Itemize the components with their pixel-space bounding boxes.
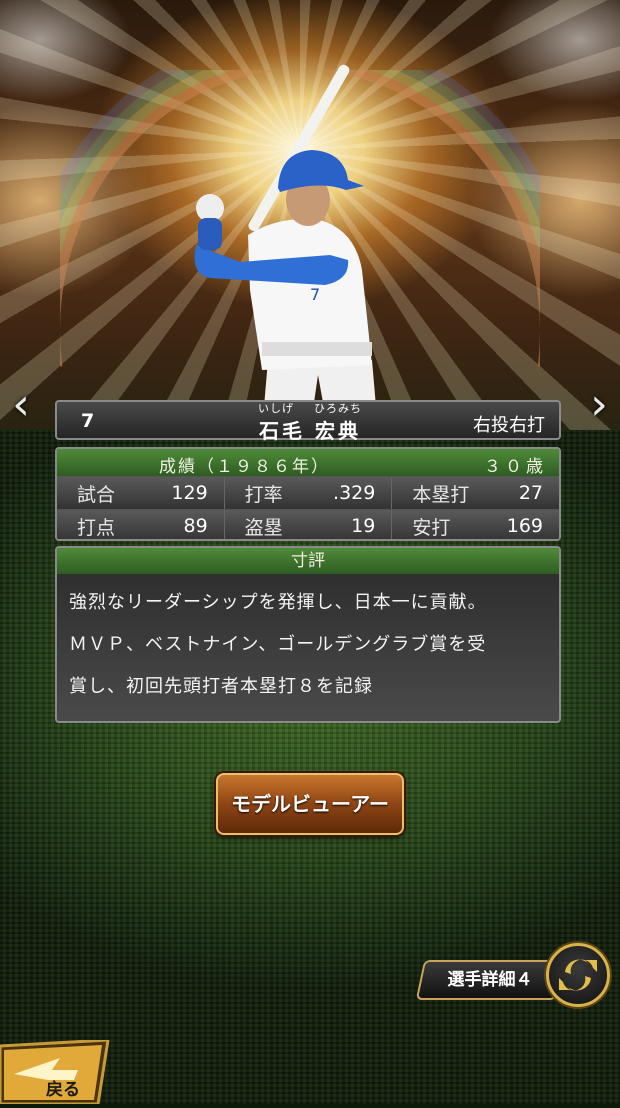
stat-value: 89: [183, 515, 208, 537]
player-detail-label: 選手詳細４: [447, 970, 533, 990]
comment-body: 強烈なリーダーシップを発揮し、日本一に貢献。 ＭＶＰ、ベストナイン、ゴールデング…: [57, 574, 559, 708]
stat-label: 本塁打: [412, 483, 470, 506]
player-name-bar: 7 いしげ ひろみち 石毛 宏典 右投右打: [55, 400, 561, 443]
name-reading-given: ひろみち: [314, 402, 362, 415]
stat-label: 安打: [412, 516, 451, 539]
stat-label: 打点: [77, 516, 116, 539]
next-player-arrow[interactable]: ›: [584, 380, 614, 430]
stat-batting-average: 打率 .329: [224, 477, 393, 509]
stat-value: .329: [333, 482, 376, 504]
back-label: 戻る: [46, 1080, 80, 1100]
swap-button[interactable]: [546, 943, 610, 1007]
belt-shape: [262, 342, 372, 356]
stat-value: 169: [506, 515, 544, 537]
previous-player-arrow[interactable]: ‹: [6, 380, 36, 430]
stat-stolen-bases: 盗塁 19: [224, 510, 393, 539]
stat-value: 129: [171, 482, 208, 504]
back-button[interactable]: 戻る: [0, 1038, 112, 1106]
player-figure: 7: [194, 64, 378, 430]
comment-title: 寸評: [57, 548, 559, 574]
stat-label: 試合: [77, 483, 116, 506]
stat-hits: 安打 169: [392, 510, 559, 539]
throw-bat-hand: 右投右打: [473, 415, 545, 436]
name-reading-family: いしげ: [258, 402, 294, 415]
stat-rbi: 打点 89: [57, 510, 225, 539]
stats-title: 成績（１９８６年）: [159, 457, 330, 477]
model-viewer-button[interactable]: モデルビューアー: [216, 773, 404, 835]
stat-home-runs: 本塁打 27: [392, 477, 559, 509]
player-detail-button[interactable]: 選手詳細４: [415, 960, 565, 1000]
glove-shape: [196, 194, 224, 222]
comment-panel: 寸評 強烈なリーダーシップを発揮し、日本一に貢献。 ＭＶＰ、ベストナイン、ゴール…: [55, 546, 561, 723]
stat-games: 試合 129: [57, 477, 225, 509]
player-age: ３０歳: [484, 457, 547, 477]
comment-line: 強烈なリーダーシップを発揮し、日本一に貢献。: [69, 592, 487, 613]
stat-value: 19: [351, 515, 376, 537]
stat-label: 盗塁: [244, 516, 283, 539]
stats-header: 成績（１９８６年） ３０歳: [57, 449, 559, 477]
stats-panel: 成績（１９８６年） ３０歳 試合 129 打率 .329 本塁打 27 打点 8…: [55, 447, 561, 541]
stat-label: 打率: [244, 483, 283, 506]
stat-value: 27: [518, 482, 544, 504]
svg-text:7: 7: [310, 285, 320, 304]
stats-row: 打点 89 盗塁 19 安打 169: [57, 509, 559, 539]
stats-row: 試合 129 打率 .329 本塁打 27: [57, 476, 559, 509]
comment-line: 賞し、初回先頭打者本塁打８を記録: [69, 676, 373, 697]
swap-icon: [559, 959, 597, 991]
comment-line: ＭＶＰ、ベストナイン、ゴールデングラブ賞を受: [69, 634, 487, 655]
